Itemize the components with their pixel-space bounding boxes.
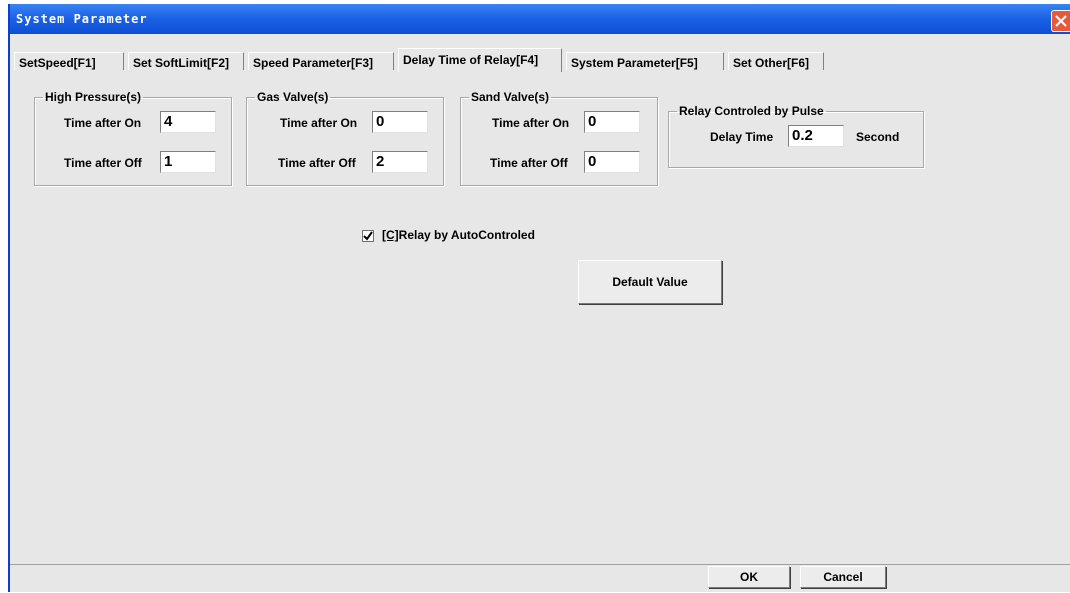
tab-system-parameter[interactable]: System Parameter[F5]: [566, 52, 724, 70]
auto-control-mnemonic: [C]: [382, 228, 399, 242]
high-pressure-title: High Pressure(s): [45, 90, 142, 104]
button-bar: [10, 564, 1070, 593]
auto-control-label: [C]Relay by AutoControled: [382, 228, 535, 242]
delay-time-label: Delay Time: [710, 130, 774, 144]
delay-unit-label: Second: [856, 130, 900, 144]
tab-set-soft-limit[interactable]: Set SoftLimit[F2]: [128, 52, 244, 70]
system-parameter-dialog: System Parameter SetSpeed[F1] Set SoftLi…: [8, 4, 1070, 592]
gas-valve-on-input[interactable]: 0: [372, 111, 428, 133]
gas-valve-off-label: Time after Off: [278, 156, 356, 170]
close-button[interactable]: [1051, 10, 1070, 32]
close-icon: [1055, 15, 1067, 27]
title-bar[interactable]: System Parameter: [10, 4, 1070, 34]
window-title: System Parameter: [16, 12, 148, 26]
gas-valve-on-label: Time after On: [280, 116, 358, 130]
high-pressure-off-input[interactable]: 1: [160, 151, 216, 173]
tab-set-other[interactable]: Set Other[F6]: [728, 52, 824, 70]
high-pressure-off-label: Time after Off: [64, 156, 142, 170]
gas-valve-title: Gas Valve(s): [257, 90, 329, 104]
checkmark-icon: [363, 231, 373, 241]
gas-valve-off-input[interactable]: 2: [372, 151, 428, 173]
sand-valve-on-input[interactable]: 0: [584, 111, 640, 133]
sand-valve-on-label: Time after On: [492, 116, 570, 130]
default-value-button[interactable]: Default Value: [578, 260, 722, 304]
sand-valve-off-input[interactable]: 0: [584, 151, 640, 173]
ok-button[interactable]: OK: [708, 566, 790, 588]
pulse-title: Relay Controled by Pulse: [679, 104, 824, 118]
cancel-button[interactable]: Cancel: [800, 566, 886, 588]
high-pressure-on-label: Time after On: [64, 116, 142, 130]
sand-valve-off-label: Time after Off: [490, 156, 568, 170]
tab-speed-parameter[interactable]: Speed Parameter[F3]: [248, 52, 394, 70]
high-pressure-on-input[interactable]: 4: [160, 111, 216, 133]
tab-delay-time-of-relay[interactable]: Delay Time of Relay[F4]: [398, 48, 562, 72]
sand-valve-title: Sand Valve(s): [471, 90, 550, 104]
auto-control-checkbox[interactable]: [362, 230, 374, 242]
auto-control-text: Relay by AutoControled: [398, 228, 535, 242]
tab-set-speed[interactable]: SetSpeed[F1]: [14, 52, 124, 70]
delay-time-input[interactable]: 0.2: [788, 125, 844, 147]
